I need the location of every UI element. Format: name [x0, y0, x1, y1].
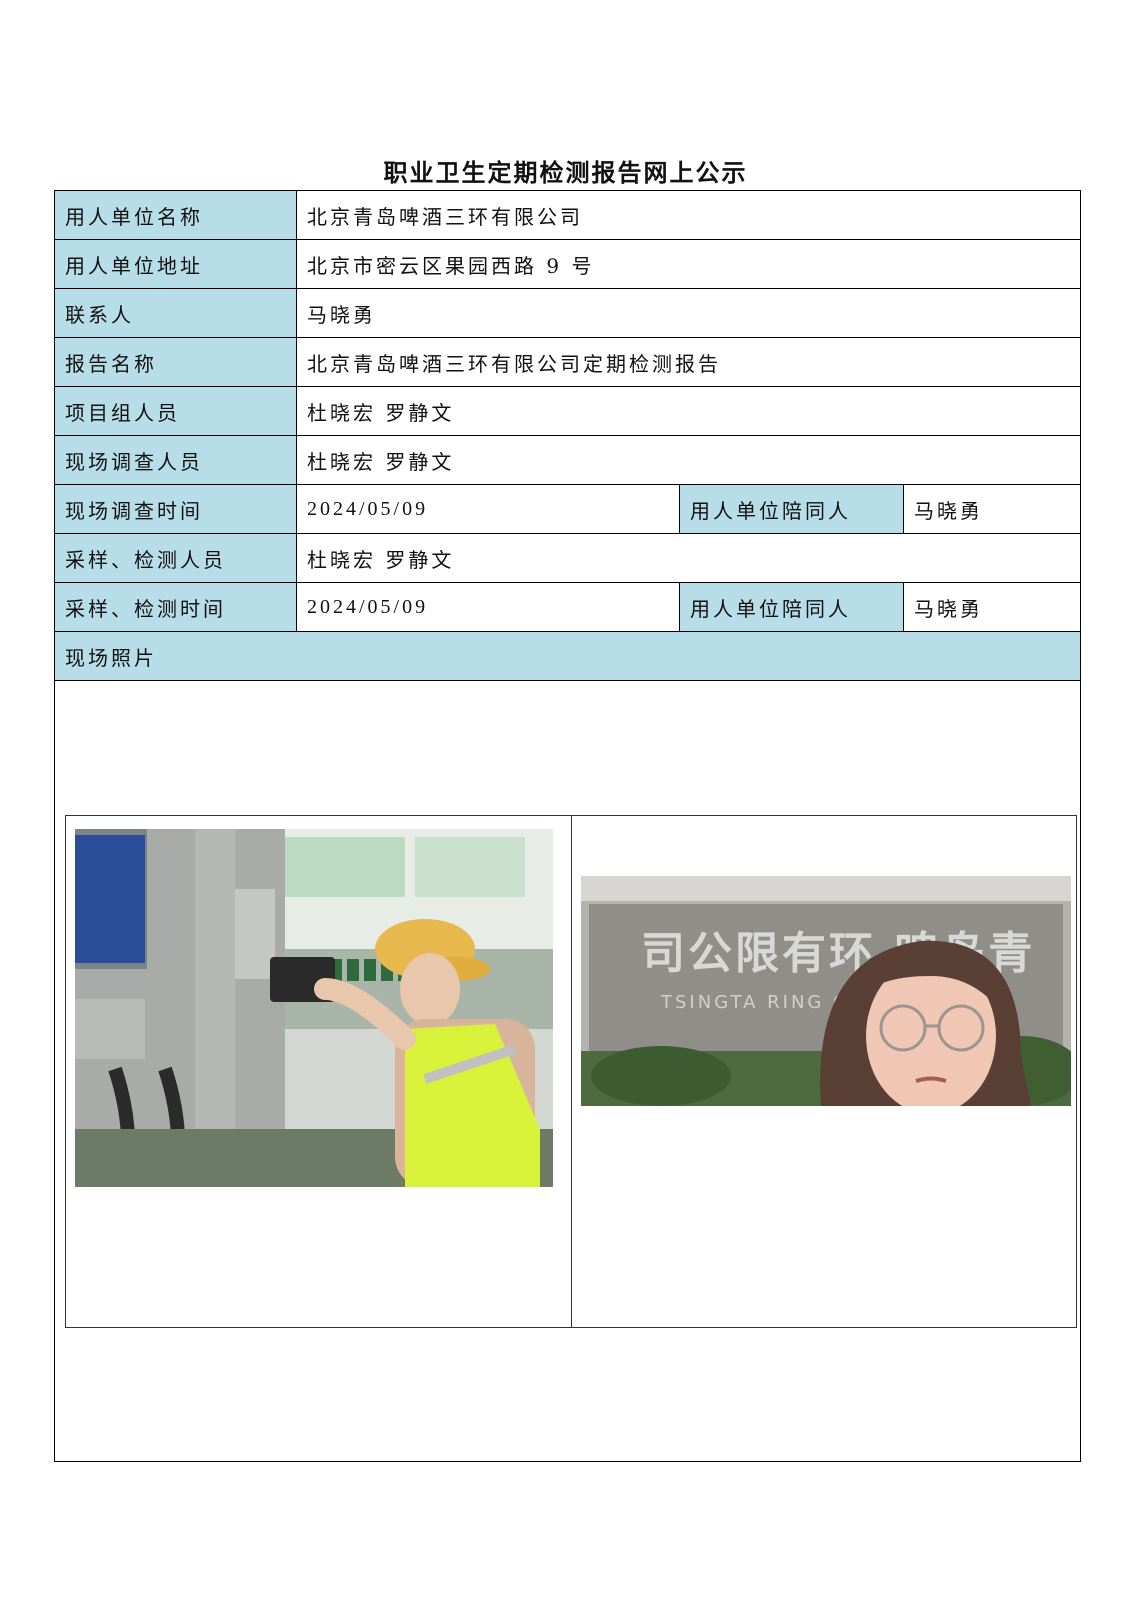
- photo-inspector-at-machine: [75, 828, 553, 1187]
- label-contact: 联系人: [54, 288, 297, 338]
- row-unit-address: 用人单位地址 北京市密云区果园西路 9 号: [54, 239, 1081, 289]
- row-survey-time: 现场调查时间 2024/05/09 用人单位陪同人 马晓勇: [54, 484, 1081, 534]
- row-contact: 联系人 马晓勇: [54, 288, 1081, 338]
- label-survey-time: 现场调查时间: [54, 484, 297, 534]
- value-sampling-staff: 杜晓宏 罗静文: [296, 533, 1081, 583]
- value-sampling-time: 2024/05/09: [296, 582, 680, 632]
- row-sampling-staff: 采样、检测人员 杜晓宏 罗静文: [54, 533, 1081, 583]
- row-sampling-time: 采样、检测时间 2024/05/09 用人单位陪同人 马晓勇: [54, 582, 1081, 632]
- value-unit-name: 北京青岛啤酒三环有限公司: [296, 190, 1081, 240]
- report-table: 用人单位名称 北京青岛啤酒三环有限公司 用人单位地址 北京市密云区果园西路 9 …: [54, 190, 1081, 1462]
- value-survey-time: 2024/05/09: [296, 484, 680, 534]
- label-unit-address: 用人单位地址: [54, 239, 297, 289]
- label-sampling-companion: 用人单位陪同人: [679, 582, 904, 632]
- label-team: 项目组人员: [54, 386, 297, 436]
- value-sampling-companion: 马晓勇: [903, 582, 1081, 632]
- photo-inspector-at-machine-drawing: [75, 828, 553, 1187]
- value-report-name: 北京青岛啤酒三环有限公司定期检测报告: [296, 337, 1081, 387]
- row-photos: 司公限有环 啤岛青 TSINGTA RING CO.,LTD: [54, 680, 1081, 1462]
- value-team: 杜晓宏 罗静文: [296, 386, 1081, 436]
- photo-grid: 司公限有环 啤岛青 TSINGTA RING CO.,LTD: [65, 814, 1077, 1328]
- photos-cell: 司公限有环 啤岛青 TSINGTA RING CO.,LTD: [54, 680, 1081, 1462]
- value-survey-companion: 马晓勇: [903, 484, 1081, 534]
- label-photos: 现场照片: [54, 631, 1081, 681]
- row-unit-name: 用人单位名称 北京青岛啤酒三环有限公司: [54, 190, 1081, 240]
- row-photos-header: 现场照片: [54, 631, 1081, 681]
- value-survey-staff: 杜晓宏 罗静文: [296, 435, 1081, 485]
- photo-company-sign-selfie: 司公限有环 啤岛青 TSINGTA RING CO.,LTD: [580, 875, 1071, 1106]
- photo-slot-2: 司公限有环 啤岛青 TSINGTA RING CO.,LTD: [570, 815, 1077, 1327]
- row-survey-staff: 现场调查人员 杜晓宏 罗静文: [54, 435, 1081, 485]
- label-survey-companion: 用人单位陪同人: [679, 484, 904, 534]
- value-contact: 马晓勇: [296, 288, 1081, 338]
- value-unit-address: 北京市密云区果园西路 9 号: [296, 239, 1081, 289]
- label-report-name: 报告名称: [54, 337, 297, 387]
- photo-company-sign-selfie-drawing: 司公限有环 啤岛青 TSINGTA RING CO.,LTD: [580, 875, 1071, 1106]
- page-title: 职业卫生定期检测报告网上公示: [383, 158, 748, 187]
- label-sampling-staff: 采样、检测人员: [54, 533, 297, 583]
- row-team: 项目组人员 杜晓宏 罗静文: [54, 386, 1081, 436]
- label-sampling-time: 采样、检测时间: [54, 582, 297, 632]
- photo-slot-1: [66, 816, 571, 1327]
- label-survey-staff: 现场调查人员: [54, 435, 297, 485]
- row-report-name: 报告名称 北京青岛啤酒三环有限公司定期检测报告: [54, 337, 1081, 387]
- label-unit-name: 用人单位名称: [54, 190, 297, 240]
